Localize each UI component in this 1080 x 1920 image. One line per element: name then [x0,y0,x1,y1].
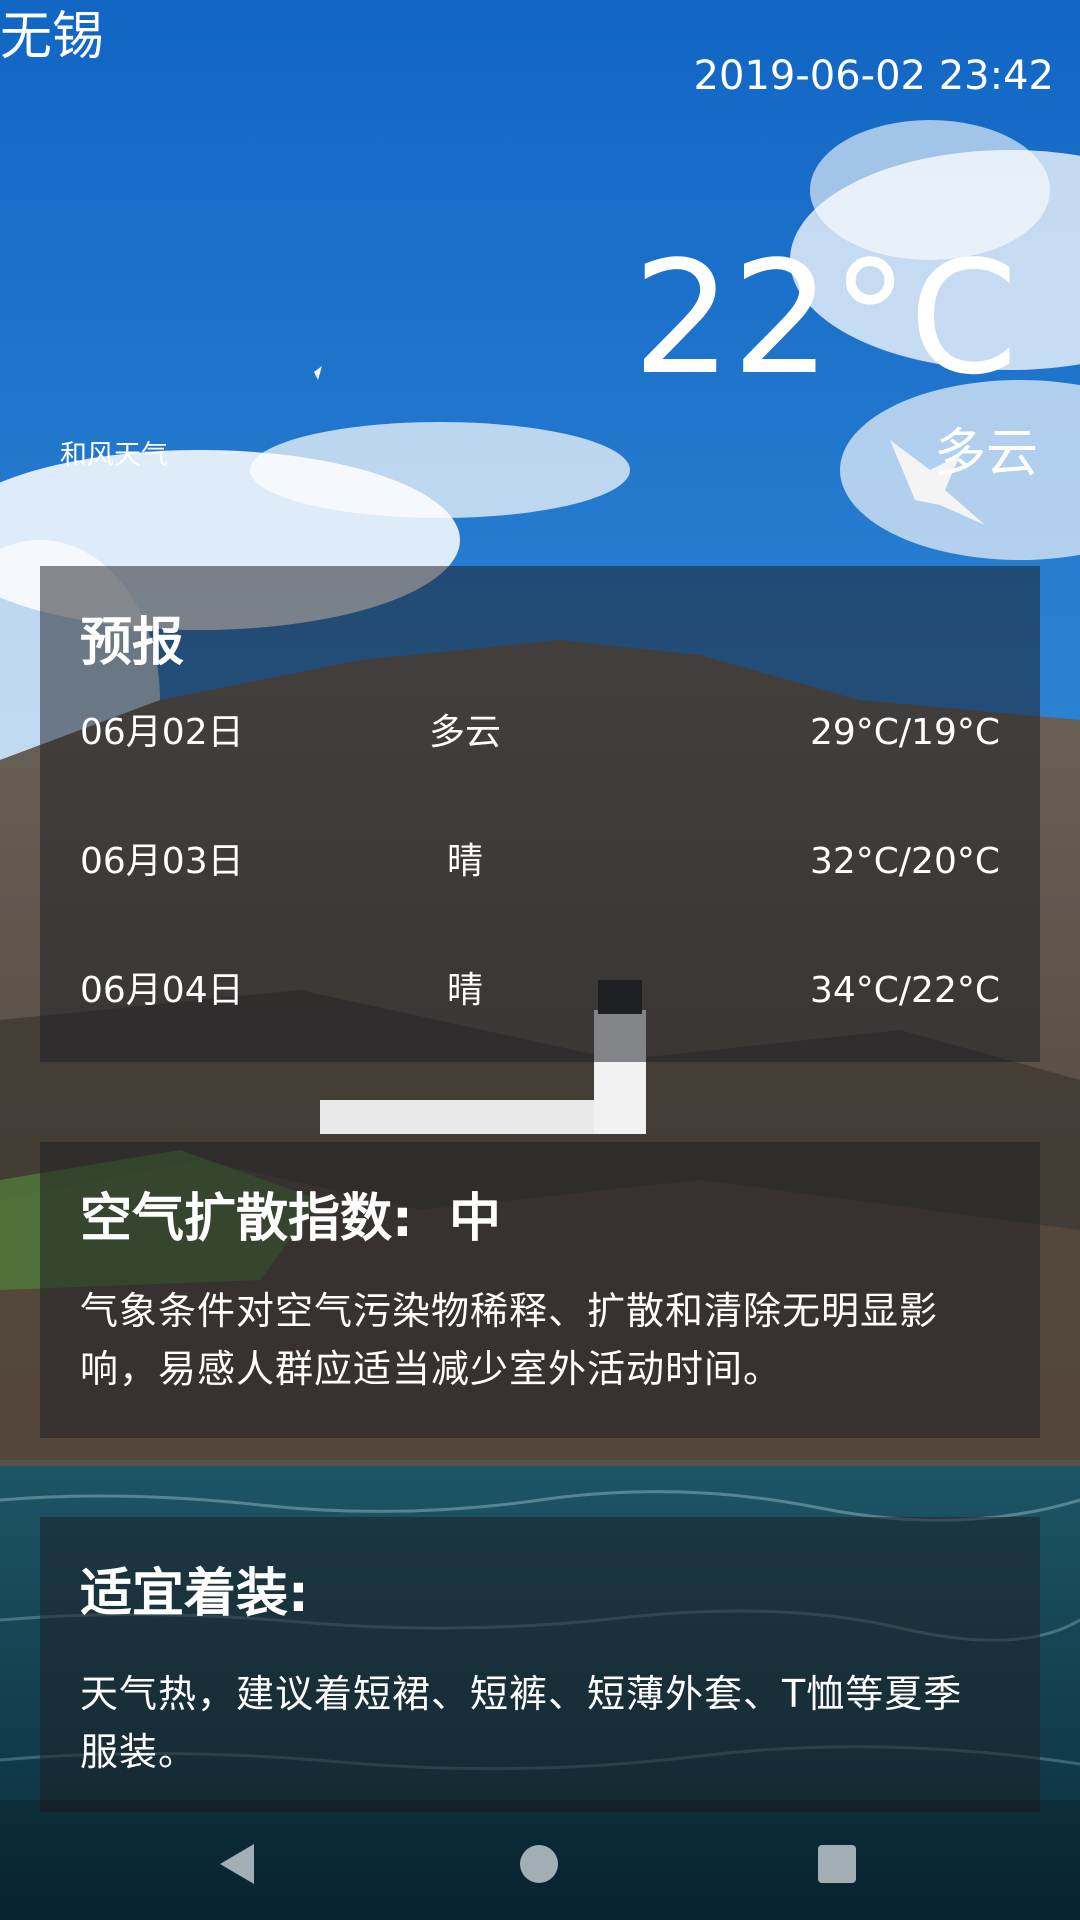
forecast-card: 预报 06月02日 多云 29°C/19°C 06月03日 晴 32°C/20°… [40,566,1040,1062]
forecast-temp-range: 34°C/22°C [809,970,1000,1011]
forecast-temp-range: 29°C/19°C [809,712,1000,753]
recent-apps-button[interactable] [807,1834,867,1894]
air-diffusion-card: 空气扩散指数: 中 气象条件对空气污染物稀释、扩散和清除无明显影响，易感人群应适… [40,1142,1040,1438]
forecast-row: 06月03日 晴 32°C/20°C [80,827,1000,956]
brand-label: 和风天气 [60,440,168,471]
forecast-weather: 晴 [446,841,483,882]
forecast-row: 06月04日 晴 34°C/22°C [80,956,1000,1085]
air-diffusion-desc: 气象条件对空气污染物稀释、扩散和清除无明显影响，易感人群应适当减少室外活动时间。 [80,1289,939,1391]
back-button[interactable] [206,1834,266,1894]
air-diffusion-title: 空气扩散指数: 中 [80,1189,502,1249]
home-icon [520,1845,558,1883]
current-condition: 多云 [933,424,1038,484]
clothing-desc: 天气热，建议着短裙、短裤、短薄外套、T恤等夏季服装。 [80,1672,963,1774]
city-name: 无锡 [0,7,105,67]
update-datetime: 2019-06-02 23:42 [693,53,1054,99]
system-navigation-bar [0,1800,1080,1920]
forecast-weather: 晴 [446,970,483,1011]
forecast-weather: 多云 [428,712,501,753]
forecast-title: 预报 [80,613,185,673]
forecast-temp-range: 32°C/20°C [809,841,1000,882]
clothing-card: 适宜着装: 天气热，建议着短裙、短裤、短薄外套、T恤等夏季服装。 [40,1517,1040,1812]
back-icon [220,1844,254,1884]
home-button[interactable] [509,1834,569,1894]
clothing-title: 适宜着装: [80,1564,309,1624]
recent-apps-icon [818,1845,856,1883]
forecast-row: 06月02日 多云 29°C/19°C [80,698,1000,827]
current-temperature: 22°C [632,227,1018,409]
